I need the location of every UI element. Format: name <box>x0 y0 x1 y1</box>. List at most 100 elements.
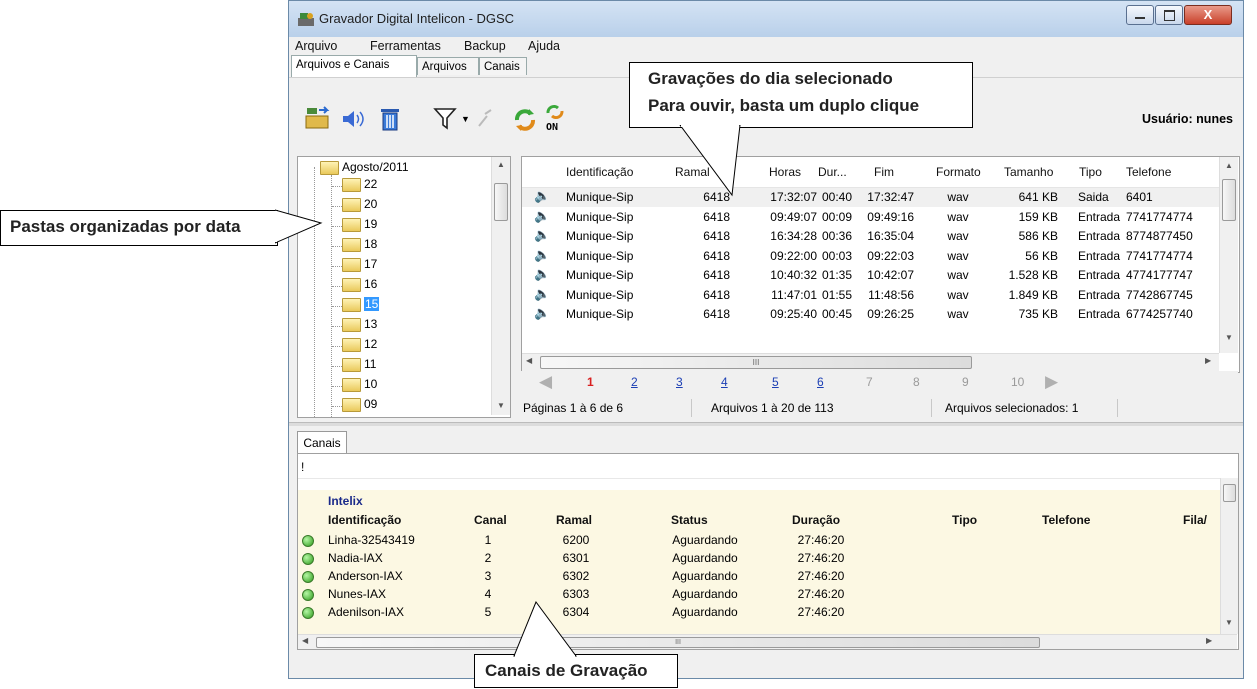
speaker-icon[interactable]: 🔈 <box>534 208 550 224</box>
grid-cell: Entrada <box>1078 268 1121 282</box>
filter-dropdown-icon[interactable]: ▼ <box>461 114 470 124</box>
minimize-button[interactable] <box>1126 5 1154 25</box>
ch-col-duracao[interactable]: Duração <box>792 513 840 527</box>
menu-arquivo[interactable]: Arquivo <box>295 39 337 53</box>
ch-col-telefone[interactable]: Telefone <box>1042 513 1090 527</box>
col-fim[interactable]: Fim <box>874 165 894 179</box>
tree-connector <box>332 306 342 307</box>
col-tipo[interactable]: Tipo <box>1079 165 1102 179</box>
scroll-right-icon[interactable]: ▶ <box>1205 356 1211 365</box>
page-6-link[interactable]: 6 <box>817 375 824 389</box>
tab-canais[interactable]: Canais <box>479 57 527 75</box>
ch-col-ramal[interactable]: Ramal <box>556 513 592 527</box>
ch-col-fila[interactable]: Fila/ <box>1183 513 1207 527</box>
speaker-icon[interactable]: 🔈 <box>534 286 550 302</box>
grid-hscroll-thumb[interactable]: III <box>540 356 972 369</box>
scroll-left-icon[interactable]: ◀ <box>302 636 308 645</box>
tree-scrollbar[interactable]: ▲ ▼ <box>491 157 510 415</box>
menu-ajuda[interactable]: Ajuda <box>528 39 560 53</box>
tree-folder-20[interactable]: 20 <box>342 197 377 215</box>
scroll-down-icon[interactable]: ▼ <box>1225 333 1233 342</box>
scroll-up-icon[interactable]: ▲ <box>492 160 510 169</box>
page-4-link[interactable]: 4 <box>721 375 728 389</box>
tree-folder-09[interactable]: 09 <box>342 397 377 415</box>
filter-icon[interactable] <box>433 106 457 132</box>
speaker-icon[interactable]: 🔈 <box>534 266 550 282</box>
import-records-icon[interactable] <box>303 104 333 132</box>
page-5-link[interactable]: 5 <box>772 375 779 389</box>
grid-hscrollbar[interactable]: ◀ III ▶ <box>522 353 1219 371</box>
grid-cell: wav <box>947 248 969 263</box>
channels-marker: ! <box>301 460 305 474</box>
refresh-icon[interactable] <box>511 106 539 134</box>
callout-channels-text: Canais de Gravação <box>485 661 648 680</box>
channels-hscroll-thumb[interactable]: III <box>316 637 1040 648</box>
col-formato[interactable]: Formato <box>936 165 981 179</box>
ch-col-tipo[interactable]: Tipo <box>952 513 977 527</box>
col-telefone[interactable]: Telefone <box>1126 165 1171 179</box>
recordings-grid: Identificação Ramal Horas Dur... Fim For… <box>521 156 1240 373</box>
grid-cell: 09:26:25 <box>867 307 914 321</box>
channels-panel: ! Intelix Identificação Canal Ramal Stat… <box>297 453 1239 650</box>
tree-scroll-thumb[interactable] <box>494 183 508 221</box>
menu-ferramentas[interactable]: Ferramentas <box>370 39 441 53</box>
speaker-icon[interactable]: 🔈 <box>534 247 550 263</box>
ch-col-identificacao[interactable]: Identificação <box>328 513 401 527</box>
tab-canais-bottom[interactable]: Canais <box>297 431 347 454</box>
tree-folder-22[interactable]: 22 <box>342 177 377 195</box>
tree-folder-17[interactable]: 17 <box>342 257 377 275</box>
col-tamanho[interactable]: Tamanho <box>1004 165 1053 179</box>
open-folder-icon <box>342 297 361 312</box>
tab-arquivos[interactable]: Arquivos <box>417 57 479 75</box>
channel-cell: Aguardando <box>672 551 738 565</box>
ch-col-status[interactable]: Status <box>671 513 708 527</box>
grid-cell: Munique-Sip <box>566 248 634 263</box>
maximize-button[interactable] <box>1155 5 1183 25</box>
tree-root-folder[interactable]: Agosto/2011 <box>320 160 409 178</box>
tree-folder-13[interactable]: 13 <box>342 317 377 335</box>
scroll-down-icon[interactable]: ▼ <box>497 401 505 410</box>
speaker-play-icon[interactable] <box>341 108 367 130</box>
grid-cell: 01:55 <box>821 287 852 302</box>
speaker-icon[interactable]: 🔈 <box>534 305 550 321</box>
scroll-left-icon[interactable]: ◀ <box>526 356 532 365</box>
folder-icon <box>342 217 361 232</box>
grid-scroll-thumb[interactable] <box>1222 179 1236 221</box>
scroll-up-icon[interactable]: ▲ <box>1220 161 1238 170</box>
channels-vscrollbar[interactable]: ▲ ▼ <box>1220 478 1238 634</box>
tree-folder-15[interactable]: 15 <box>342 297 380 315</box>
ch-col-canal[interactable]: Canal <box>474 513 507 527</box>
col-duracao[interactable]: Dur... <box>818 165 847 179</box>
speaker-icon[interactable]: 🔈 <box>534 227 550 243</box>
speaker-icon[interactable]: 🔈 <box>534 188 550 204</box>
page-3-link[interactable]: 3 <box>676 375 683 389</box>
tree-connector <box>332 326 342 327</box>
grid-cell: 00:36 <box>821 229 852 243</box>
channels-scroll-thumb[interactable] <box>1223 484 1236 502</box>
grid-vscrollbar[interactable]: ▲ ▼ <box>1219 157 1238 353</box>
tree-folder-16[interactable]: 16 <box>342 277 377 295</box>
scroll-down-icon[interactable]: ▼ <box>1225 618 1233 627</box>
tree-folder-18[interactable]: 18 <box>342 237 377 255</box>
scroll-right-icon[interactable]: ▶ <box>1206 636 1212 645</box>
next-page-icon[interactable]: ▶ <box>1045 372 1058 392</box>
channel-status-icon <box>302 571 314 583</box>
channels-hscrollbar[interactable]: ◀ III ▶ <box>298 634 1237 649</box>
trash-icon[interactable] <box>379 106 401 132</box>
page-7-disabled: 7 <box>866 375 873 389</box>
page-1-current[interactable]: 1 <box>587 375 594 389</box>
tab-arquivos-e-canais[interactable]: Arquivos e Canais <box>291 55 417 77</box>
panel-splitter[interactable] <box>289 422 1243 426</box>
tree-folder-11[interactable]: 11 <box>342 357 376 375</box>
title-bar[interactable]: Gravador Digital Intelicon - DGSC X <box>289 1 1243 37</box>
tree-folder-12[interactable]: 12 <box>342 337 377 355</box>
channel-cell: Aguardando <box>672 605 738 619</box>
menu-backup[interactable]: Backup <box>464 39 506 53</box>
page-2-link[interactable]: 2 <box>631 375 638 389</box>
auto-refresh-on-button[interactable]: ON <box>544 104 570 134</box>
tree-folder-10[interactable]: 10 <box>342 377 377 395</box>
col-identificacao[interactable]: Identificação <box>566 165 633 179</box>
close-button[interactable]: X <box>1184 5 1232 25</box>
tree-folder-19[interactable]: 19 <box>342 217 377 235</box>
prev-page-icon[interactable]: ◀ <box>539 372 552 392</box>
